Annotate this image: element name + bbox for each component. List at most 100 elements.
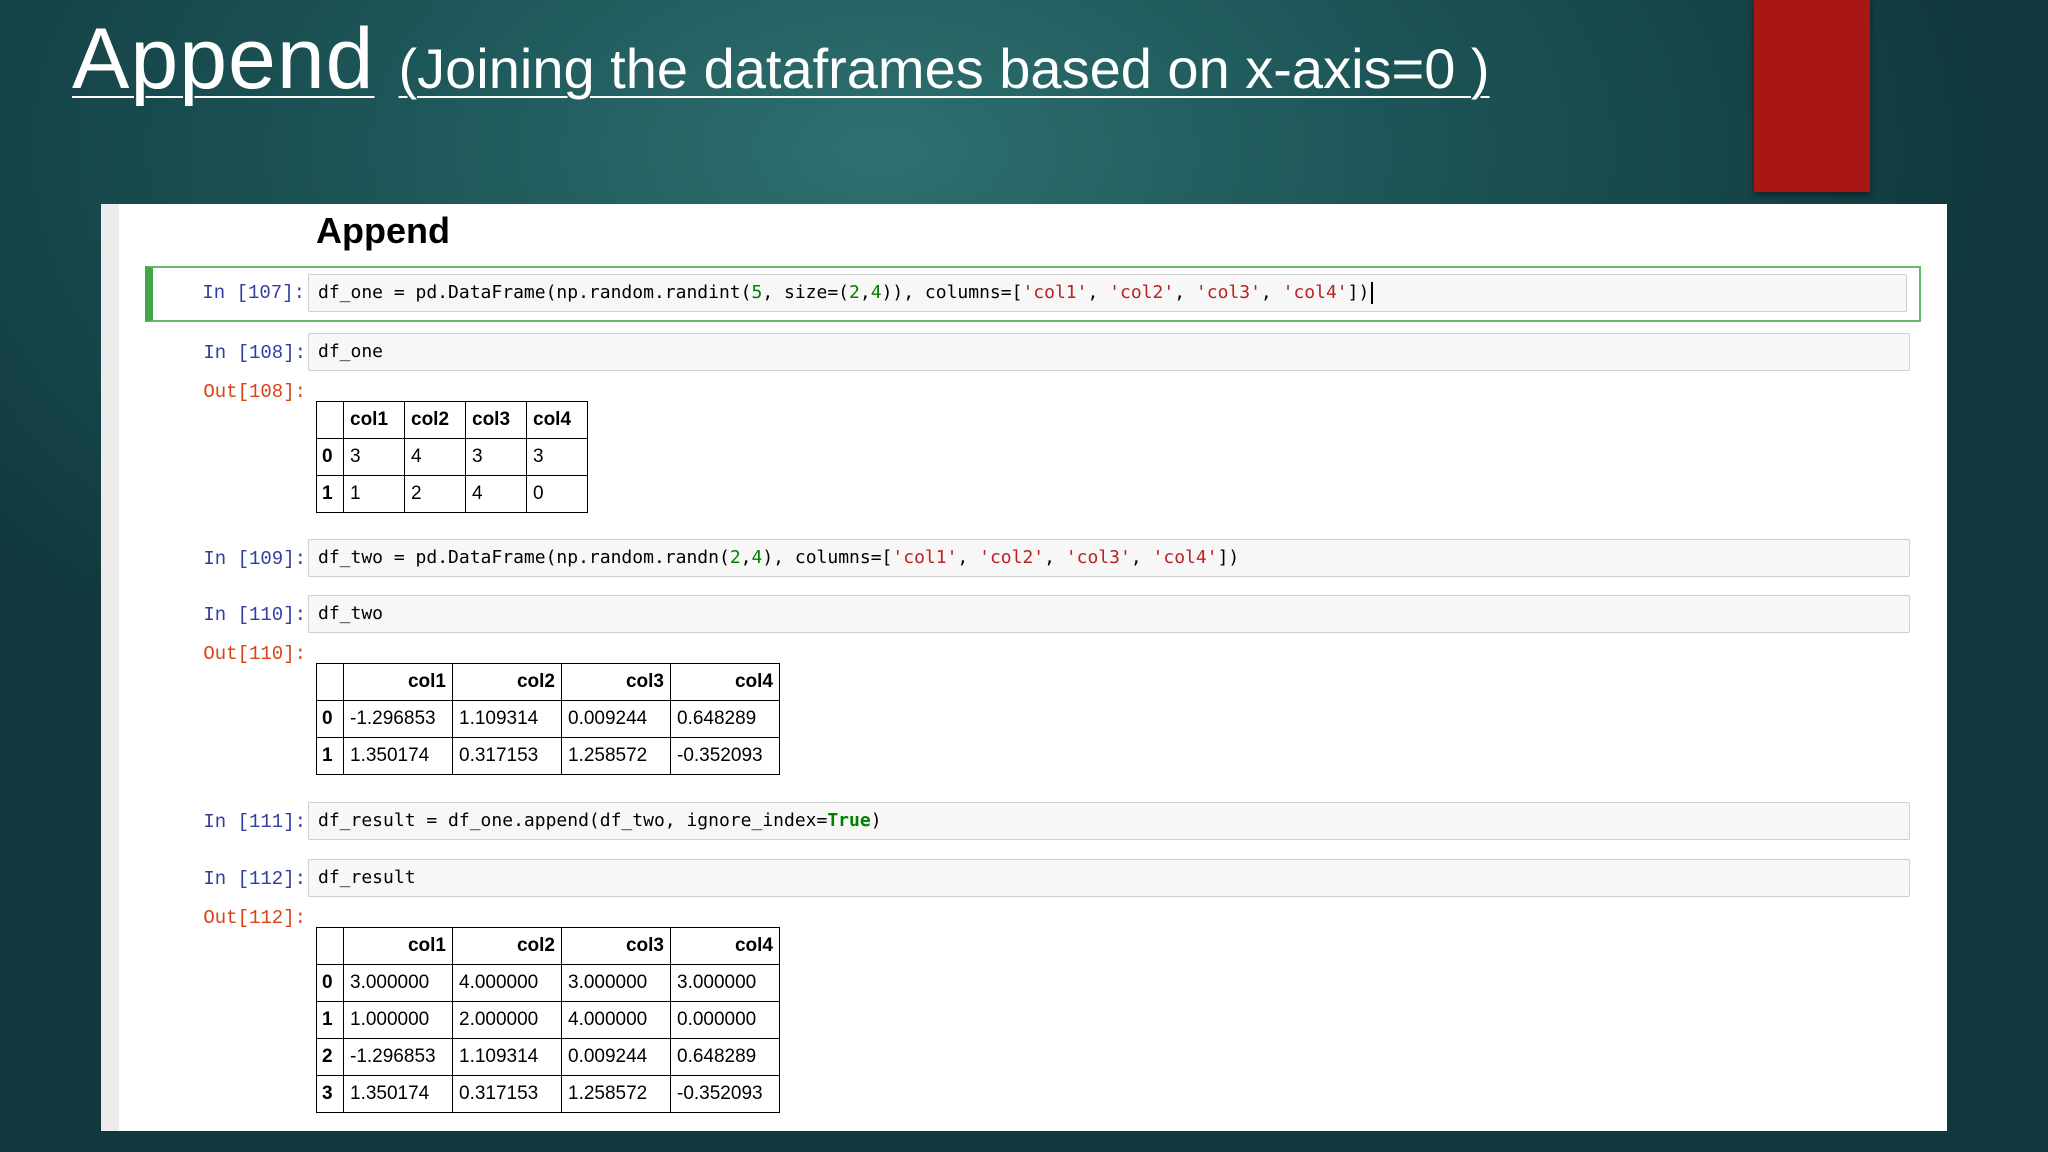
table-cell: 4.000000 [561, 1001, 671, 1039]
slide-title-subtitle: (Joining the dataframes based on x-axis=… [398, 37, 1490, 100]
table-cell: -0.352093 [670, 737, 780, 775]
table-cell: 0.000000 [670, 1001, 780, 1039]
table-row: 0 -1.296853 1.109314 0.009244 0.648289 [316, 700, 780, 738]
column-header: col4 [526, 401, 588, 439]
column-header: col2 [404, 401, 466, 439]
code-cell-109[interactable]: In [109]: df_two = pd.DataFrame(np.rando… [146, 534, 1920, 580]
table-cell: -1.296853 [343, 1038, 453, 1076]
row-index-cell: 2 [316, 1038, 344, 1076]
table-cell: 1.350174 [343, 1075, 453, 1113]
out-prompt: Out[108]: [203, 381, 306, 403]
in-prompt: In [109]: [203, 548, 306, 570]
table-corner-cell [316, 927, 344, 965]
table-cell: 3 [465, 438, 527, 476]
table-row: 03433 [316, 438, 588, 476]
row-index-cell: 0 [316, 438, 344, 476]
table-header-row: col1 col2 col3 col4 [316, 663, 780, 701]
code-cell-108[interactable]: In [108]: df_one Out[108]: col1 col2 col3 c… [146, 328, 1920, 513]
column-header: col4 [670, 927, 780, 965]
row-index-cell: 0 [316, 700, 344, 738]
dataframe-output-df-one: col1 col2 col3 col4 0 3 4 3 3 1 1 2 4 0 [316, 401, 588, 513]
code-input[interactable]: df_result [308, 859, 1910, 897]
code-input[interactable]: df_two [308, 595, 1910, 633]
column-header: col4 [670, 663, 780, 701]
code-input[interactable]: df_one = pd.DataFrame(np.random.randint(… [308, 274, 1907, 312]
table-header-row: col1 col2 col3 col4 [316, 401, 588, 439]
code-text: df_one = pd.DataFrame(np.random.randint(… [318, 282, 1370, 303]
code-cell-110[interactable]: In [110]: df_two Out[110]: col1 col2 col3 c… [146, 590, 1920, 775]
slide-title: Append (Joining the dataframes based on x… [72, 10, 1490, 109]
table-cell: 1.000000 [343, 1001, 453, 1039]
row-index-cell: 0 [316, 964, 344, 1002]
notebook-left-gutter [101, 204, 119, 1131]
table-row: 1 1.350174 0.317153 1.258572 -0.352093 [316, 737, 780, 775]
table-cell: 1.109314 [452, 700, 562, 738]
out-prompt: Out[110]: [203, 643, 306, 665]
slide-title-main: Append [72, 11, 375, 107]
table-corner-cell [316, 401, 344, 439]
text-cursor [1371, 282, 1374, 304]
table-header-row: col1 col2 col3 col4 [316, 927, 780, 965]
table-cell: 1 [343, 475, 405, 513]
row-index-cell: 1 [316, 737, 344, 775]
table-cell: -1.296853 [343, 700, 453, 738]
red-accent-tab [1754, 0, 1870, 192]
notebook-screenshot: Append In [107]: df_one = pd.DataFrame(n… [101, 204, 1947, 1131]
table-cell: 3 [343, 438, 405, 476]
in-prompt: In [110]: [203, 604, 306, 626]
code-input[interactable]: df_two = pd.DataFrame(np.random.randn(2,… [308, 539, 1910, 577]
table-cell: 3 [526, 438, 588, 476]
code-input[interactable]: df_one [308, 333, 1910, 371]
table-cell: -0.352093 [670, 1075, 780, 1113]
column-header: col3 [561, 927, 671, 965]
table-cell: 0.009244 [561, 1038, 671, 1076]
table-cell: 0.648289 [670, 700, 780, 738]
code-cell-111[interactable]: In [111]: df_result = df_one.append(df_t… [146, 797, 1920, 843]
table-cell: 2.000000 [452, 1001, 562, 1039]
table-cell: 1.350174 [343, 737, 453, 775]
table-row: 3 1.350174 0.317153 1.258572 -0.352093 [316, 1075, 780, 1113]
column-header: col1 [343, 927, 453, 965]
table-cell: 0.648289 [670, 1038, 780, 1076]
column-header: col3 [465, 401, 527, 439]
table-cell: 0 [526, 475, 588, 513]
code-input[interactable]: df_result = df_one.append(df_two, ignore… [308, 802, 1910, 840]
table-row: 2 -1.296853 1.109314 0.009244 0.648289 [316, 1038, 780, 1076]
table-cell: 1.109314 [452, 1038, 562, 1076]
table-cell: 2 [404, 475, 466, 513]
in-prompt: In [107]: [202, 282, 305, 304]
column-header: col1 [343, 401, 405, 439]
code-cell-112[interactable]: In [112]: df_result Out[112]: col1 col2 co… [146, 854, 1920, 1124]
table-row: 0 3.000000 4.000000 3.000000 3.000000 [316, 964, 780, 1002]
code-text: df_result = df_one.append(df_two, ignore… [318, 810, 882, 831]
column-header: col1 [343, 663, 453, 701]
row-index-cell: 3 [316, 1075, 344, 1113]
table-cell: 4 [404, 438, 466, 476]
table-cell: 3.000000 [343, 964, 453, 1002]
column-header: col2 [452, 927, 562, 965]
table-cell: 1.258572 [561, 1075, 671, 1113]
table-cell: 1.258572 [561, 737, 671, 775]
dataframe-output-df-result: col1 col2 col3 col4 0 3.000000 4.000000 3.00000… [316, 927, 780, 1113]
code-text: df_two = pd.DataFrame(np.random.randn(2,… [318, 547, 1240, 568]
table-row: 1 1.000000 2.000000 4.000000 0.000000 [316, 1001, 780, 1039]
table-cell: 0.317153 [452, 1075, 562, 1113]
in-prompt: In [108]: [203, 342, 306, 364]
table-cell: 4 [465, 475, 527, 513]
dataframe-output-df-two: col1 col2 col3 col4 0 -1.296853 1.109314 0.0092… [316, 663, 780, 775]
in-prompt: In [111]: [203, 811, 306, 833]
column-header: col2 [452, 663, 562, 701]
table-cell: 3.000000 [561, 964, 671, 1002]
table-cell: 4.000000 [452, 964, 562, 1002]
code-cell-107[interactable]: In [107]: df_one = pd.DataFrame(np.rando… [145, 266, 1921, 322]
table-corner-cell [316, 663, 344, 701]
table-cell: 0.009244 [561, 700, 671, 738]
out-prompt: Out[112]: [203, 907, 306, 929]
notebook-heading: Append [316, 210, 450, 251]
table-row: 11240 [316, 475, 588, 513]
column-header: col3 [561, 663, 671, 701]
table-cell: 3.000000 [670, 964, 780, 1002]
row-index-cell: 1 [316, 1001, 344, 1039]
in-prompt: In [112]: [203, 868, 306, 890]
row-index-cell: 1 [316, 475, 344, 513]
